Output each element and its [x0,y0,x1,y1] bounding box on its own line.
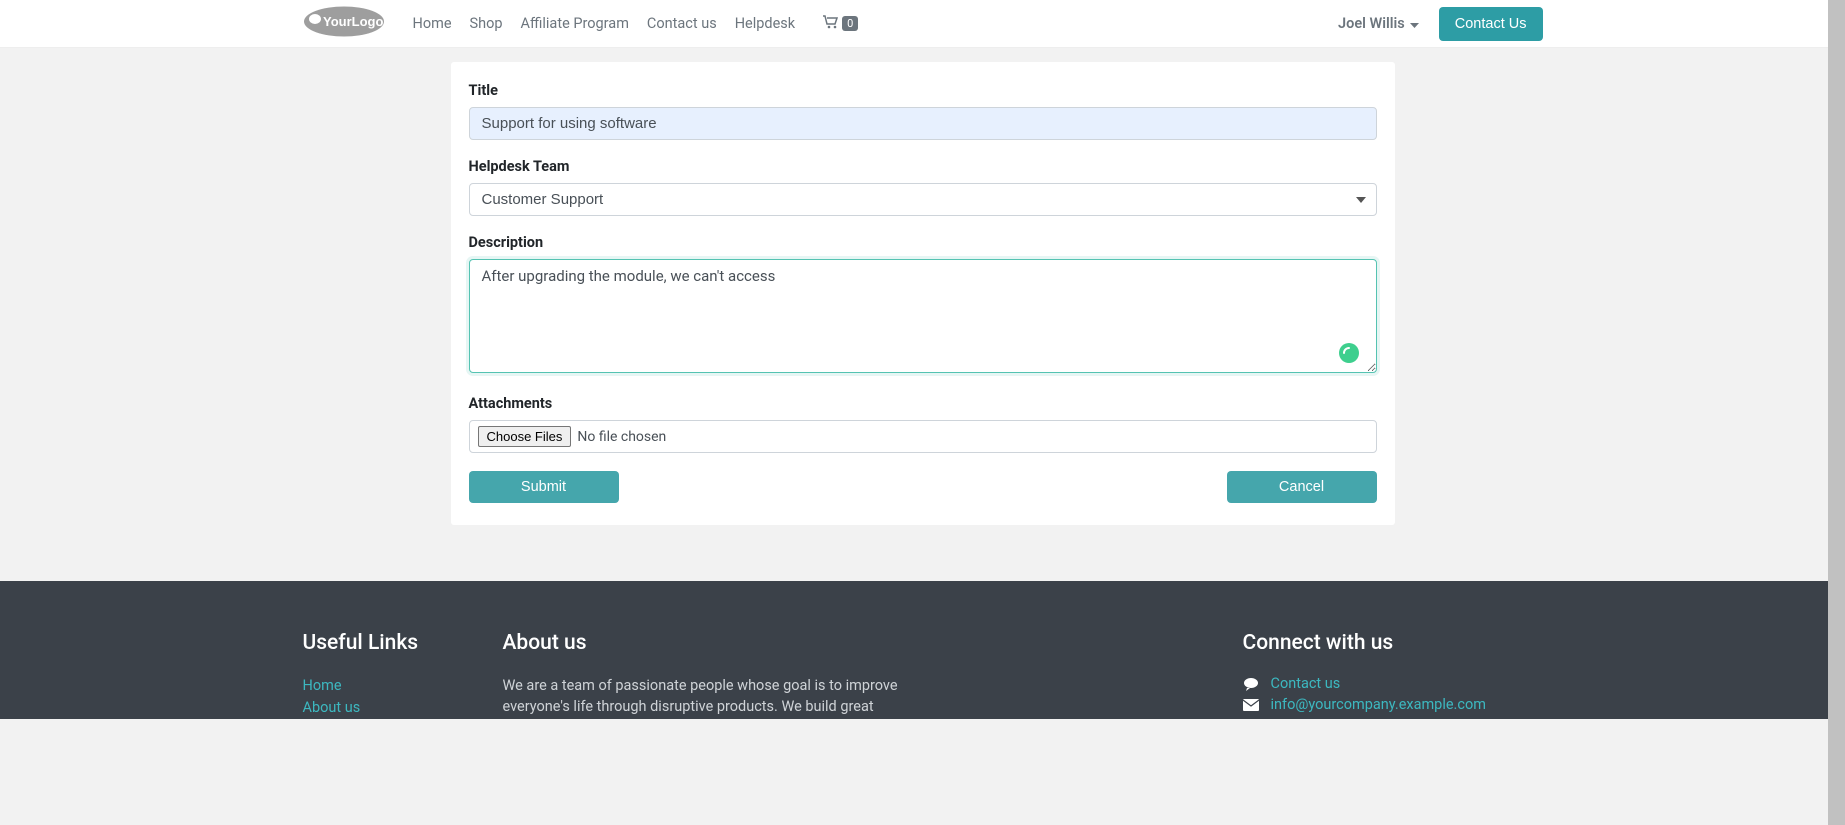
file-status-text: No file chosen [577,429,666,445]
caret-down-icon [1410,15,1419,32]
description-textarea[interactable] [469,259,1377,373]
user-menu[interactable]: Joel Willis [1338,15,1419,32]
footer-link-about[interactable]: About us [303,699,361,716]
nav-links: Home Shop Affiliate Program Contact us H… [405,9,804,38]
nav-home[interactable]: Home [405,9,460,38]
about-us-text: We are a team of passionate people whose… [503,675,903,717]
cart-link[interactable]: 0 [823,14,858,33]
useful-links-heading: Useful Links [303,631,463,655]
loading-spinner-icon [1339,343,1359,363]
envelope-icon [1243,699,1259,711]
cart-count-badge: 0 [842,16,858,31]
footer-contact-link[interactable]: Contact us [1271,675,1341,692]
attachments-input[interactable]: Choose Files No file chosen [469,420,1377,453]
contact-us-button[interactable]: Contact Us [1439,7,1543,41]
title-label: Title [469,82,1377,99]
nav-contact[interactable]: Contact us [639,9,725,38]
ticket-form-card: Title Helpdesk Team Customer Support Des… [451,62,1395,525]
about-us-heading: About us [503,631,903,655]
description-label: Description [469,234,1377,251]
choose-files-button[interactable]: Choose Files [478,426,572,447]
attachments-label: Attachments [469,395,1377,412]
nav-affiliate[interactable]: Affiliate Program [513,9,637,38]
cart-icon [823,14,839,33]
user-name-label: Joel Willis [1338,15,1405,32]
footer-email-link[interactable]: info@yourcompany.example.com [1271,696,1486,713]
title-input[interactable] [469,107,1377,140]
cancel-button[interactable]: Cancel [1227,471,1377,503]
site-logo[interactable]: YourLogo [303,5,385,42]
team-label: Helpdesk Team [469,158,1377,175]
footer-link-home[interactable]: Home [303,677,342,694]
svg-text:YourLogo: YourLogo [323,14,383,29]
team-select[interactable]: Customer Support [469,183,1377,216]
nav-helpdesk[interactable]: Helpdesk [727,9,803,38]
nav-shop[interactable]: Shop [462,9,511,38]
page-footer: Useful Links Home About us About us We a… [0,581,1845,719]
scrollbar-thumb[interactable] [1828,0,1845,825]
top-navbar: YourLogo Home Shop Affiliate Program Con… [0,0,1845,48]
submit-button[interactable]: Submit [469,471,619,503]
connect-heading: Connect with us [1243,631,1543,655]
vertical-scrollbar[interactable] [1828,0,1845,825]
chat-icon [1243,677,1259,691]
